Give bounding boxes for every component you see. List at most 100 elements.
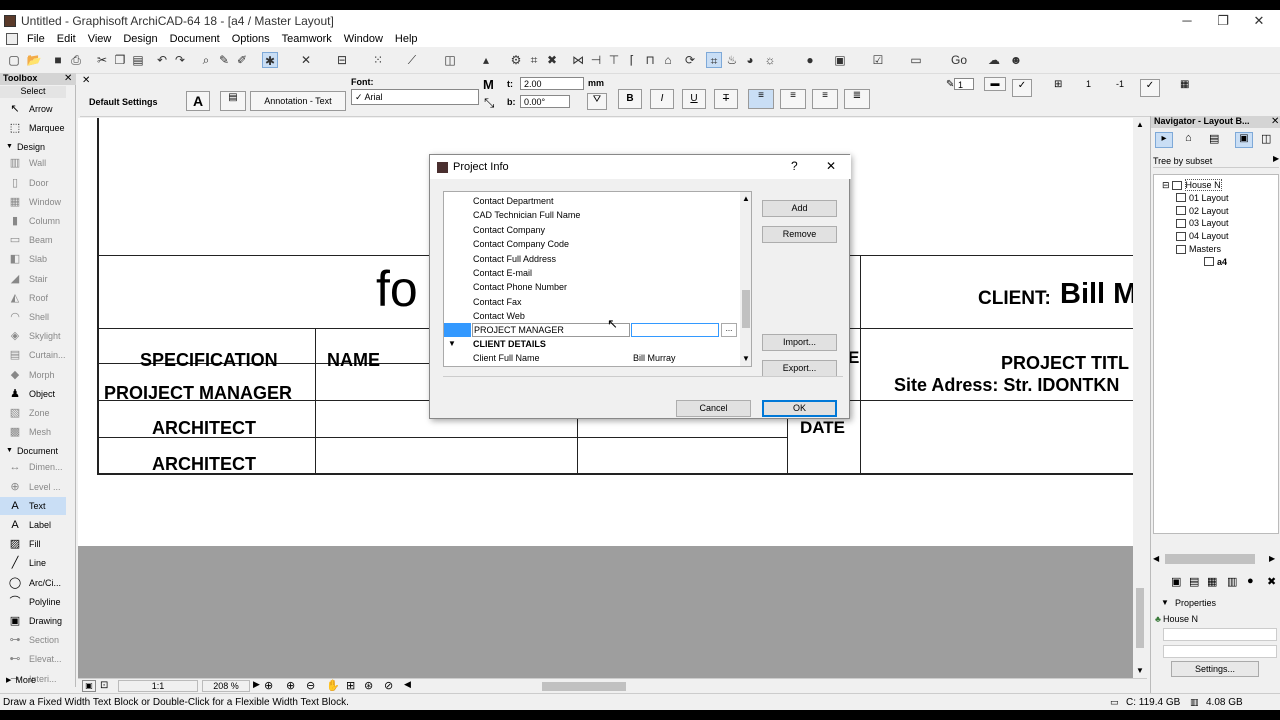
font-select[interactable]: ✓ Arial	[351, 89, 479, 105]
menu-teamwork[interactable]: Teamwork	[276, 33, 338, 45]
trim-icon[interactable]: ⊓	[642, 52, 658, 68]
layers-icon[interactable]: ◫	[442, 52, 458, 68]
angle-input[interactable]: 0.00°	[520, 95, 570, 108]
maximize-button[interactable]: ❐	[1206, 10, 1240, 31]
view-map-icon[interactable]: ⌂	[1185, 132, 1192, 144]
zoom-field[interactable]: 208 %	[202, 680, 250, 692]
undo-icon[interactable]: ↶	[154, 52, 170, 68]
italic-button[interactable]: I	[650, 89, 674, 109]
magic-wand-icon[interactable]: ✱	[262, 52, 278, 68]
publisher-icon[interactable]: ▣	[832, 52, 848, 68]
align-icon[interactable]: ⊟	[334, 52, 350, 68]
nav-tree-item[interactable]: 03 Layout	[1176, 217, 1229, 229]
bold-button[interactable]: B	[618, 89, 642, 109]
cancel-button[interactable]: Cancel	[676, 400, 751, 417]
dialog-close-button[interactable]: ✕	[826, 159, 836, 173]
save-icon[interactable]: ■	[50, 52, 66, 68]
align-right-button[interactable]: ≡	[812, 89, 838, 109]
paste-icon[interactable]: ▤	[130, 52, 146, 68]
layout-icon[interactable]: ⌗	[526, 52, 542, 68]
section-collapse-icon[interactable]: ▼	[448, 337, 456, 351]
intersect-icon[interactable]: ✕	[298, 52, 314, 68]
new-file-icon[interactable]: ▢	[6, 52, 22, 68]
fillet-icon[interactable]: ⊤	[606, 52, 622, 68]
editing-row[interactable]: PROJECT MANAGER ...	[444, 323, 739, 337]
window-mode-icon[interactable]: ▭	[908, 52, 924, 68]
comment-icon[interactable]: ●	[802, 52, 818, 68]
list-scroll-up-icon[interactable]: ▲	[742, 194, 750, 203]
model-view-icon[interactable]: ⚙	[508, 52, 524, 68]
tool-elevat[interactable]: ⊷ Elevat...	[0, 650, 66, 668]
add-button[interactable]: Add	[762, 200, 837, 217]
section-collapse-icon[interactable]: ▼	[6, 143, 13, 150]
vertical-scroll-thumb[interactable]	[1136, 588, 1144, 648]
new-folder-icon[interactable]: ▥	[1227, 575, 1237, 588]
go-menu[interactable]: Go	[948, 52, 970, 68]
tool-label[interactable]: A Label	[0, 516, 66, 534]
import-button[interactable]: Import...	[762, 334, 837, 351]
tool-shell[interactable]: ◠ Shell	[0, 308, 66, 326]
menu-design[interactable]: Design	[117, 33, 163, 45]
eyedropper-icon[interactable]: ✎	[216, 52, 232, 68]
canvas-vertical-scrollbar[interactable]: ▲ ▼	[1133, 118, 1147, 678]
zoom-to-fit-icon[interactable]: ⊡	[100, 680, 108, 691]
stretch-icon[interactable]: ⌂	[660, 52, 676, 68]
delete-icon[interactable]: ✖	[544, 52, 560, 68]
nav-tree-item[interactable]: a4	[1204, 256, 1227, 268]
tool-dimen[interactable]: ↔ Dimen...	[0, 458, 66, 476]
menu-file[interactable]: File	[21, 33, 51, 45]
grid-options-icon[interactable]: ▦	[1180, 79, 1189, 90]
info-row[interactable]: Contact Phone Number	[444, 280, 739, 294]
menu-help[interactable]: Help	[389, 33, 424, 45]
section-collapse-icon[interactable]: ▼	[6, 447, 13, 454]
guide-line-icon[interactable]: ⟋	[404, 52, 420, 68]
menu-edit[interactable]: Edit	[51, 33, 82, 45]
tool-drawing[interactable]: ▣ Drawing	[0, 612, 66, 630]
tree-scroll-left-icon[interactable]: ◀	[1153, 554, 1159, 563]
split-icon[interactable]: ⋈	[570, 52, 586, 68]
ok-button[interactable]: OK	[762, 400, 837, 417]
properties-collapse-icon[interactable]: ▼	[1161, 598, 1169, 607]
layout-book-icon[interactable]: ▤	[1209, 132, 1219, 145]
tool-morph[interactable]: ◆ Morph	[0, 366, 66, 384]
tool-object[interactable]: ♟ Object	[0, 385, 66, 403]
properties-field-2[interactable]	[1163, 645, 1277, 658]
tree-by-arrow-icon[interactable]: ▶	[1273, 154, 1279, 163]
editing-value-input[interactable]	[631, 323, 719, 337]
tool-wall[interactable]: ▥ Wall	[0, 154, 66, 172]
dialog-help-button[interactable]: ?	[791, 159, 798, 173]
tree-expand-icon[interactable]: ⊟	[1162, 180, 1170, 191]
expand-arrow-icon[interactable]: ▶	[6, 676, 11, 684]
list-scroll-down-icon[interactable]: ▼	[742, 354, 750, 363]
tool-mesh[interactable]: ▩ Mesh	[0, 423, 66, 441]
strikethrough-button[interactable]: T	[714, 89, 738, 109]
tool-column[interactable]: ▮ Column	[0, 212, 66, 230]
rotate-icon[interactable]: ⟳	[682, 52, 698, 68]
info-row[interactable]: Contact Company	[444, 223, 739, 237]
pen-number-input[interactable]: 1	[954, 78, 974, 90]
tree-by-subset-select[interactable]: Tree by subset	[1153, 154, 1279, 168]
menu-document[interactable]: Document	[164, 33, 226, 45]
nav-tree-item[interactable]: 02 Layout	[1176, 205, 1229, 217]
menu-view[interactable]: View	[82, 33, 118, 45]
pen-color-swatch[interactable]: ▬	[984, 77, 1006, 91]
horizontal-scroll-thumb[interactable]	[542, 682, 626, 691]
tool-zone[interactable]: ▧ Zone	[0, 404, 66, 422]
print-icon[interactable]: ⎙	[68, 52, 84, 68]
document-icon[interactable]	[6, 33, 18, 45]
settings-button[interactable]: Settings...	[1171, 661, 1259, 677]
text-tool-settings-button[interactable]: A	[186, 91, 210, 111]
open-folder-icon[interactable]: 📂	[26, 52, 42, 68]
new-master-icon[interactable]: ▦	[1207, 575, 1217, 588]
zoom-menu-arrow-icon[interactable]: ▶	[253, 679, 260, 690]
tree-scroll-right-icon[interactable]: ▶	[1269, 554, 1275, 563]
info-row[interactable]: Contact Web	[444, 309, 739, 323]
previous-zoom-icon[interactable]: ⊛	[364, 679, 373, 692]
toolbox-close-icon[interactable]: ✕	[64, 73, 72, 84]
text-size-input[interactable]: 2.00	[520, 77, 584, 90]
scroll-left-icon[interactable]: ◀	[404, 679, 411, 690]
list-scrollbar[interactable]: ▲ ▼	[740, 192, 751, 366]
align-center-button[interactable]: ≡	[780, 89, 806, 109]
infobox-close-icon[interactable]: ✕	[82, 75, 90, 86]
pan-hand-icon[interactable]: ✋	[326, 679, 340, 692]
